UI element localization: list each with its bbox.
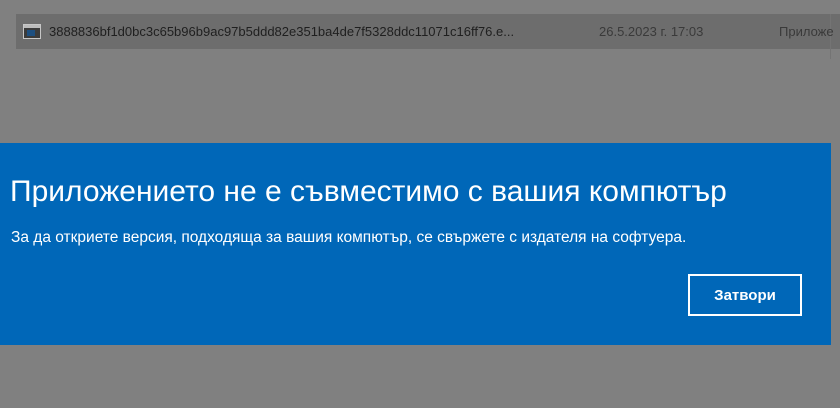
incompatible-app-dialog: Приложението не е съвместимо с вашия ком… xyxy=(0,143,831,345)
file-modified-date: 26.5.2023 г. 17:03 xyxy=(599,24,704,39)
close-button[interactable]: Затвори xyxy=(688,274,802,316)
file-list-row[interactable]: 3888836bf1d0bc3c65b96b9ac97b5ddd82e351ba… xyxy=(16,14,840,59)
file-name: 3888836bf1d0bc3c65b96b9ac97b5ddd82e351ba… xyxy=(49,24,515,39)
app-window-icon xyxy=(23,24,41,39)
dialog-message: За да откриете версия, подходяща за ваши… xyxy=(11,229,687,246)
dialog-title: Приложението не е съвместимо с вашия ком… xyxy=(10,175,727,208)
file-type: Приложе xyxy=(779,24,834,39)
